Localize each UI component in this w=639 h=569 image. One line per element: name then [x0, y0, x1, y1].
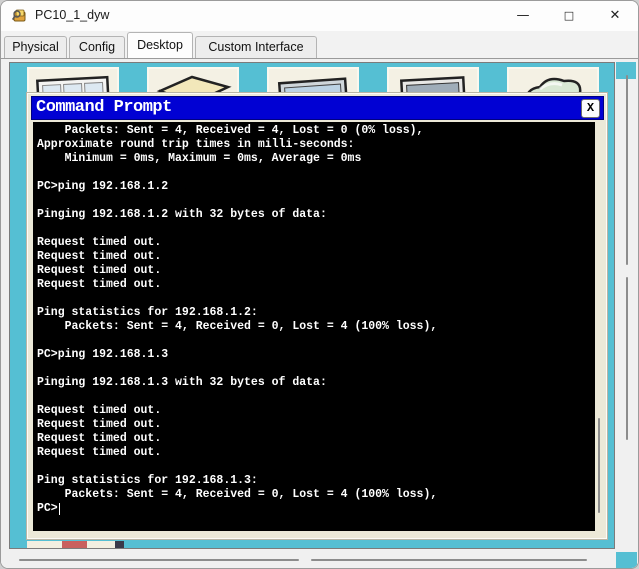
tab-desktop[interactable]: Desktop — [127, 32, 193, 58]
desktop-tab-content: Command Prompt X Packets: Sent = 4, Rece… — [1, 58, 639, 569]
vertical-scrollbar-thumb[interactable] — [626, 75, 628, 265]
close-icon[interactable]: ✕ — [592, 1, 638, 31]
horizontal-scrollbar-thumb[interactable] — [19, 559, 299, 561]
horizontal-scrollbar-thumb[interactable] — [311, 559, 587, 561]
terminal-text: Packets: Sent = 4, Received = 4, Lost = … — [37, 124, 595, 502]
terminal-output[interactable]: Packets: Sent = 4, Received = 4, Lost = … — [33, 122, 595, 531]
vertical-scrollbar-thumb[interactable] — [626, 277, 628, 440]
tab-physical[interactable]: Physical — [4, 36, 67, 58]
vertical-scrollbar-track[interactable] — [616, 62, 638, 549]
text-cursor — [59, 503, 61, 515]
device-window: PC10_1_dyw — □ ✕ Physical Config Desktop… — [0, 0, 639, 569]
command-prompt-titlebar[interactable]: Command Prompt X — [31, 96, 604, 120]
window-title: PC10_1_dyw — [35, 8, 109, 22]
tile-partial-second-row[interactable] — [27, 541, 124, 549]
command-prompt-window: Command Prompt X Packets: Sent = 4, Rece… — [26, 92, 608, 540]
terminal-prompt: PC> — [37, 502, 58, 516]
command-prompt-title: Command Prompt — [36, 98, 172, 117]
scroll-corner-bottom — [616, 552, 637, 569]
tab-bar: Physical Config Desktop Custom Interface — [1, 31, 638, 58]
tab-custom-interface[interactable]: Custom Interface — [195, 36, 317, 58]
packet-tracer-icon — [11, 7, 29, 25]
terminal-prompt-line: PC> — [37, 502, 595, 516]
partial-icon-fragment — [62, 541, 87, 549]
partial-icon-fragment — [115, 541, 124, 549]
tab-config[interactable]: Config — [69, 36, 125, 58]
window-titlebar: PC10_1_dyw — □ ✕ — [1, 1, 638, 31]
maximize-icon[interactable]: □ — [546, 1, 592, 31]
minimize-icon[interactable]: — — [500, 1, 546, 31]
close-icon[interactable]: X — [581, 99, 600, 118]
horizontal-scrollbar-track[interactable] — [9, 552, 637, 569]
command-prompt-vertical-scrollbar[interactable] — [598, 418, 600, 513]
